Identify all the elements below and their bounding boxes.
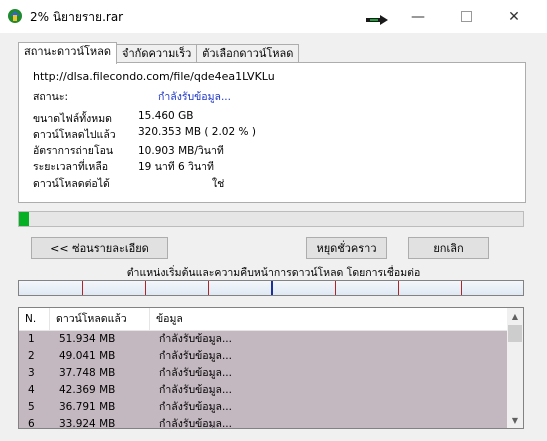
cancel-button[interactable]: ยกเลิก <box>408 237 489 259</box>
segment-marker <box>145 281 146 295</box>
status-label: สถานะ: <box>33 91 69 103</box>
title-bar: 2% นิยายราย.rar — ✕ <box>0 0 547 33</box>
row-info: กำลังรับข้อมูล... <box>159 350 232 362</box>
row-number: 4 <box>28 384 35 396</box>
connections-table: N. ดาวน์โหลดแล้ว ข้อมูล 1 51.934 MB กำลั… <box>18 307 524 429</box>
time-left-label: ระยะเวลาที่เหลือ <box>33 161 109 173</box>
row-info: กำลังรับข้อมูล... <box>159 384 232 396</box>
row-downloaded: 33.924 MB <box>59 418 116 429</box>
row-info: กำลังรับข้อมูล... <box>159 401 232 413</box>
scrollbar-thumb[interactable] <box>508 325 522 342</box>
connection-segments-bar <box>18 280 524 296</box>
transfer-rate-label: อัตราการถ่ายโอน <box>33 145 114 157</box>
segment-marker <box>208 281 209 295</box>
status-panel: http://dlsa.filecondo.com/file/qde4ea1LV… <box>18 62 526 203</box>
table-row[interactable]: 1 51.934 MB กำลังรับข้อมูล... <box>19 331 507 348</box>
row-downloaded: 37.748 MB <box>59 367 116 379</box>
row-downloaded: 36.791 MB <box>59 401 116 413</box>
row-info: กำลังรับข้อมูล... <box>159 367 232 379</box>
table-row[interactable]: 3 37.748 MB กำลังรับข้อมูล... <box>19 365 507 382</box>
row-number: 1 <box>28 333 35 345</box>
segment-marker <box>461 281 462 295</box>
scroll-down-icon[interactable]: ▼ <box>507 412 523 428</box>
row-number: 3 <box>28 367 35 379</box>
minimize-icon: — <box>411 8 425 25</box>
maximize-icon <box>460 11 472 22</box>
segment-marker <box>82 281 83 295</box>
row-number: 2 <box>28 350 35 362</box>
download-url: http://dlsa.filecondo.com/file/qde4ea1LV… <box>33 70 275 83</box>
status-value: กำลังรับข้อมูล... <box>158 91 231 103</box>
segment-progress-marker <box>271 281 273 295</box>
tab-bar: สถานะดาวน์โหลด จำกัดความเร็ว ตัวเลือกดาว… <box>18 42 300 64</box>
downloaded-label: ดาวน์โหลดไปแล้ว <box>33 129 116 141</box>
row-number: 5 <box>28 401 35 413</box>
table-row[interactable]: 4 42.369 MB กำลังรับข้อมูล... <box>19 382 507 399</box>
segment-marker <box>398 281 399 295</box>
vertical-scrollbar[interactable]: ▲ ▼ <box>507 308 523 428</box>
close-button[interactable]: ✕ <box>491 0 537 33</box>
scroll-up-icon[interactable]: ▲ <box>507 308 523 324</box>
resume-value: ใช่ <box>212 178 225 190</box>
total-size-label: ขนาดไฟล์ทั้งหมด <box>33 113 112 125</box>
row-downloaded: 51.934 MB <box>59 333 116 345</box>
column-header-number[interactable]: N. <box>19 308 50 330</box>
segment-marker <box>335 281 336 295</box>
maximize-button[interactable] <box>443 0 489 33</box>
row-downloaded: 49.041 MB <box>59 350 116 362</box>
segments-caption: ตำแหน่งเริ่มต้นและความคืบหน้าการดาวน์โหล… <box>126 267 421 279</box>
transfer-rate-value: 10.903 MB/วินาที <box>138 145 224 157</box>
resume-label: ดาวน์โหลดต่อได้ <box>33 178 110 190</box>
hide-details-button[interactable]: << ซ่อนรายละเอียด <box>31 237 168 259</box>
idm-app-icon <box>8 9 22 23</box>
minimize-button[interactable]: — <box>395 0 441 33</box>
window-title: 2% นิยายราย.rar <box>30 10 124 24</box>
pause-button[interactable]: หยุดชั่วคราว <box>306 237 387 259</box>
progress-fill <box>19 212 30 226</box>
column-header-info[interactable]: ข้อมูล <box>150 308 507 330</box>
download-progress-bar <box>18 211 524 227</box>
downloaded-value: 320.353 MB ( 2.02 % ) <box>138 126 256 138</box>
close-icon: ✕ <box>508 8 520 25</box>
row-info: กำลังรับข้อมูล... <box>159 418 232 429</box>
time-left-value: 19 นาที 6 วินาที <box>138 161 214 173</box>
table-row[interactable]: 6 33.924 MB กำลังรับข้อมูล... <box>19 416 507 429</box>
total-size-value: 15.460 GB <box>138 110 194 122</box>
tab-download-status[interactable]: สถานะดาวน์โหลด <box>18 42 118 64</box>
row-number: 6 <box>28 418 35 429</box>
column-header-downloaded[interactable]: ดาวน์โหลดแล้ว <box>50 308 150 330</box>
tab-speed-limit[interactable]: จำกัดความเร็ว <box>116 44 198 63</box>
row-info: กำลังรับข้อมูล... <box>159 333 232 345</box>
row-downloaded: 42.369 MB <box>59 384 116 396</box>
download-arrow-icon <box>366 15 388 25</box>
tab-download-options[interactable]: ตัวเลือกดาวน์โหลด <box>196 44 300 63</box>
table-row[interactable]: 5 36.791 MB กำลังรับข้อมูล... <box>19 399 507 416</box>
table-header: N. ดาวน์โหลดแล้ว ข้อมูล <box>19 308 507 331</box>
table-row[interactable]: 2 49.041 MB กำลังรับข้อมูล... <box>19 348 507 365</box>
